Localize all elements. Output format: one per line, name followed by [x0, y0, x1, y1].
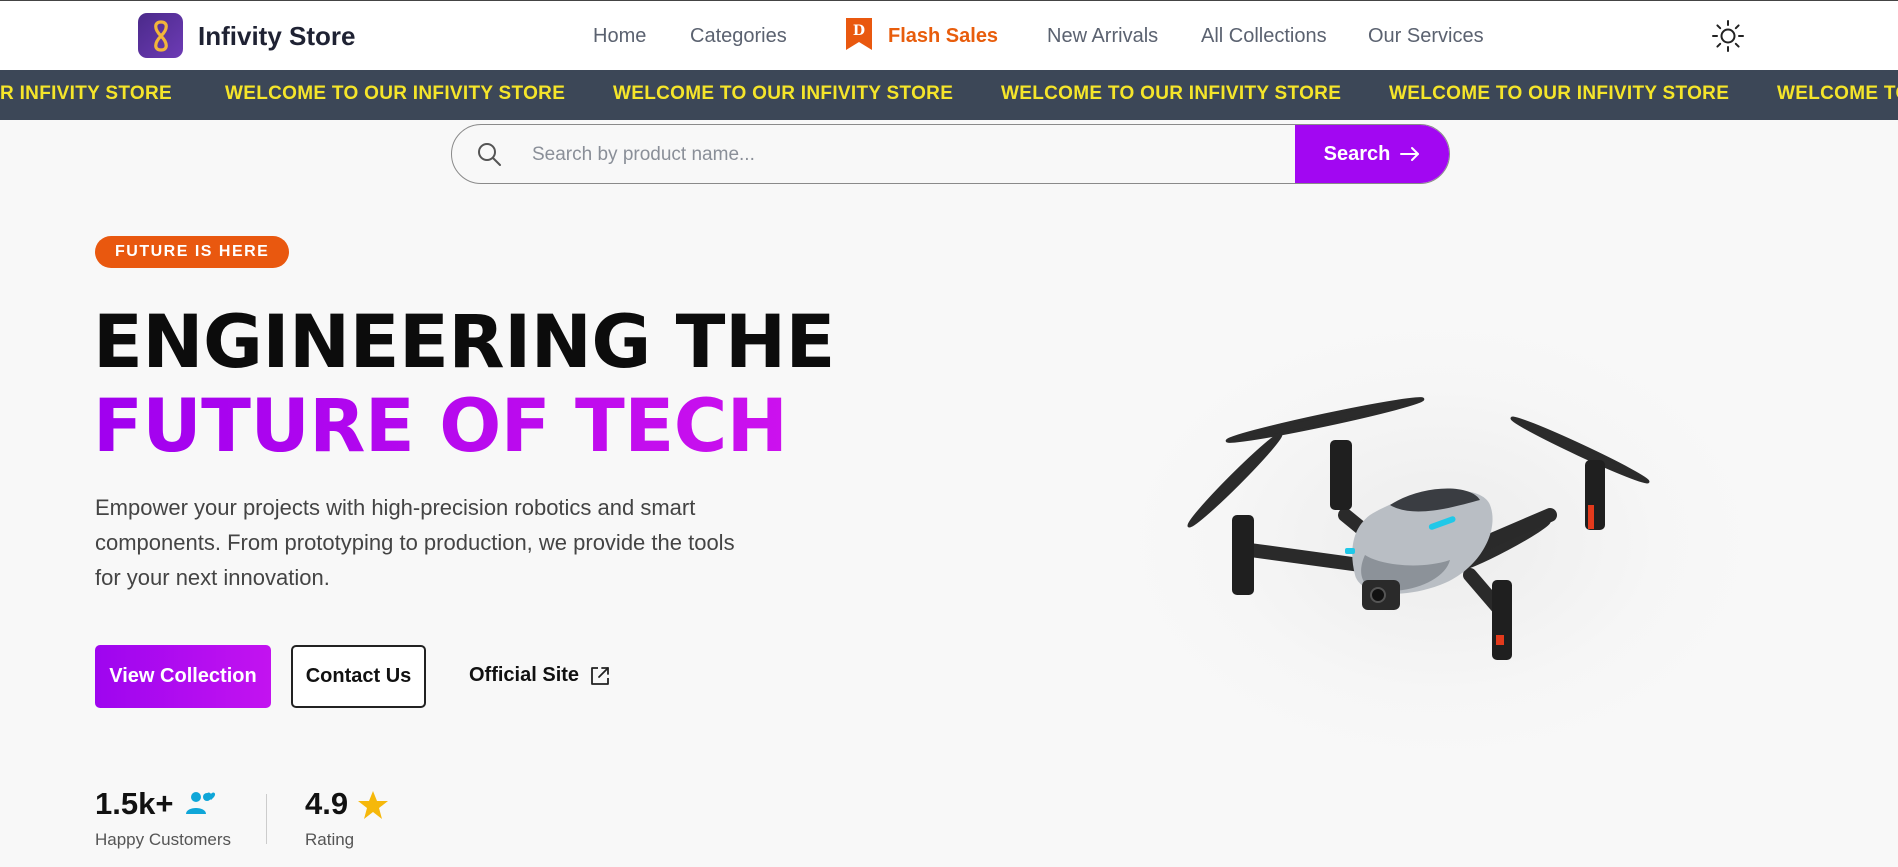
view-collection-button[interactable]: View Collection: [95, 645, 271, 708]
theme-toggle-sun-icon[interactable]: [1711, 19, 1745, 53]
marquee-text: WELCOME TO OUR INFIVITY STORE: [613, 83, 954, 104]
official-site-link[interactable]: Official Site: [469, 664, 611, 687]
marquee-text: WELCOME TO OUR INFIVITY STORE: [1389, 83, 1730, 104]
top-header: Infivity Store Home Categories Flash Sal…: [0, 0, 1898, 70]
nav-home[interactable]: Home: [593, 25, 646, 48]
marquee-text: WELCOME TO OUR INFIVITY STORE: [225, 83, 566, 104]
marquee-text: WELCOME TO OUR INFIVITY STORE: [1001, 83, 1342, 104]
external-link-icon: [591, 666, 609, 685]
users-icon: [186, 792, 216, 814]
nav-our-services[interactable]: Our Services: [1368, 25, 1484, 48]
stats-divider: [266, 794, 267, 844]
nav-all-collections[interactable]: All Collections: [1201, 25, 1327, 48]
search-button[interactable]: Search: [1295, 125, 1449, 183]
search-input[interactable]: [530, 125, 1354, 183]
search-bar: Search: [451, 124, 1450, 184]
hero-badge: FUTURE IS HERE: [95, 236, 290, 268]
hero-title-line2: FUTURE OF TECH: [93, 384, 788, 469]
svg-text:D: D: [853, 23, 865, 39]
customers-count: 1.5k+: [95, 786, 174, 821]
welcome-marquee: R INFIVITY STORE WELCOME TO OUR INFIVITY…: [0, 70, 1898, 120]
customers-label: Happy Customers: [95, 830, 232, 849]
hero-title-line1: ENGINEERING THE: [93, 300, 835, 385]
nav-new-arrivals[interactable]: New Arrivals: [1047, 25, 1158, 48]
marquee-text: R INFIVITY STORE: [0, 83, 172, 104]
rating-label: Rating: [305, 830, 355, 849]
hero-description: Empower your projects with high-precisio…: [95, 495, 735, 590]
star-icon: [358, 791, 388, 819]
nav-flash-sales[interactable]: Flash Sales: [888, 25, 998, 48]
nav-categories[interactable]: Categories: [690, 25, 787, 48]
contact-us-button[interactable]: Contact Us: [291, 645, 426, 708]
drone-product-image: [1187, 397, 1650, 660]
arrow-right-icon: [1400, 147, 1420, 161]
marquee-text: WELCOME TO: [1777, 83, 1898, 104]
main-nav: Home Categories Flash Sales New Arrivals…: [0, 25, 1898, 55]
official-site-label: Official Site: [469, 664, 580, 686]
search-icon: [478, 143, 501, 166]
rating-value: 4.9: [305, 786, 349, 821]
flash-sale-badge-icon: D: [846, 18, 872, 50]
search-button-label: Search: [1323, 142, 1391, 165]
